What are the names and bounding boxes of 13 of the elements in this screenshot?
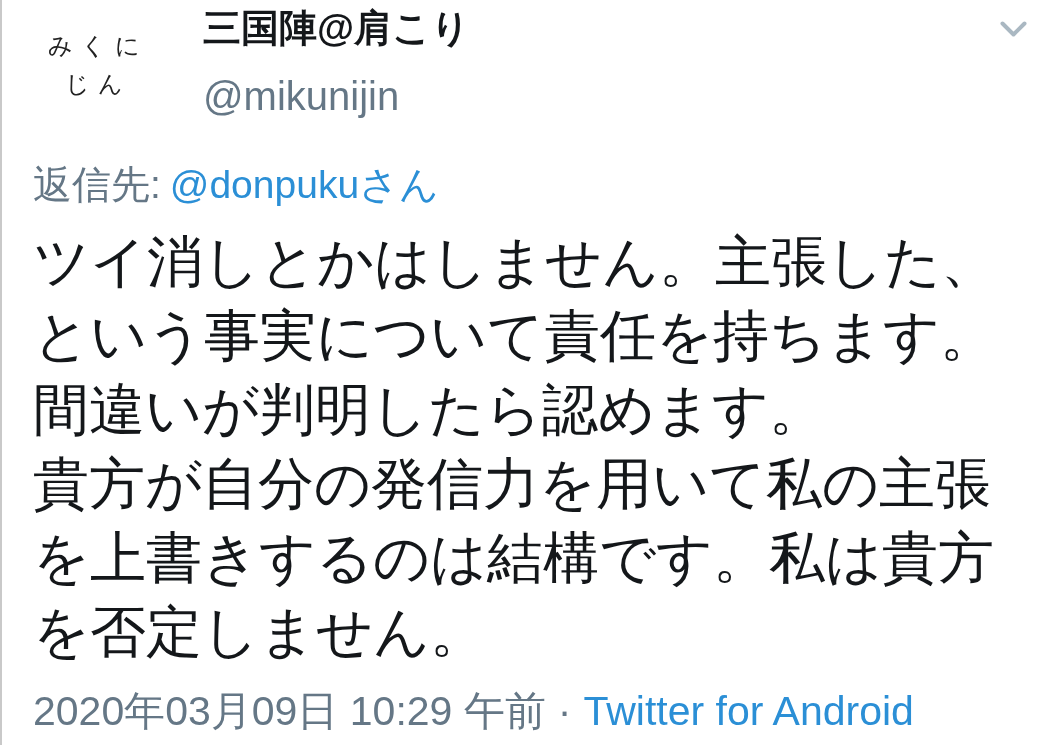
tweet-text: ツイ消しとかはしません。主張した、という事実について責任を持ちます。 xyxy=(33,228,998,370)
user-handle: @mikunijin xyxy=(203,73,401,119)
tweet-text: 貴方が自分の発信力を用いて私の主張を上書きするのは結構です。私は貴方を否定しません。 xyxy=(33,450,995,666)
chevron-down-icon[interactable] xyxy=(1000,21,1027,37)
reply-to-user-link[interactable]: @donpukuさん xyxy=(169,163,440,207)
separator-dot: · xyxy=(557,687,572,735)
source-app-link[interactable]: Twitter for Android xyxy=(583,687,914,735)
tweet-timestamp: 2020年03月09日 10:29 午前 xyxy=(33,687,546,735)
avatar-text: じん xyxy=(64,69,132,100)
avatar-text: みくに xyxy=(47,31,149,62)
display-name: 三国陣@肩こり xyxy=(203,6,471,51)
reply-to-label: 返信先: xyxy=(33,163,161,207)
tweet-text: 間違いが判明したら認めます。 xyxy=(33,376,826,444)
